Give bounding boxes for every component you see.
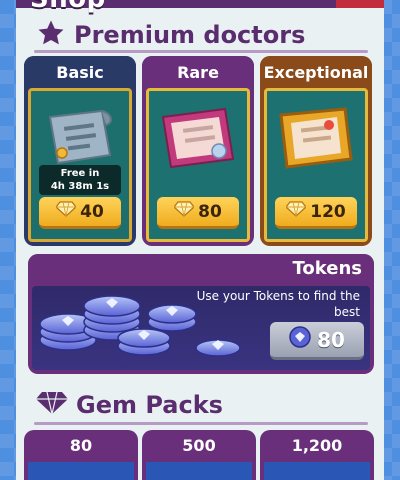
basic-card-label: Basic	[24, 56, 136, 88]
gem-pack-label: 80	[69, 435, 93, 455]
free-label: Free in	[60, 168, 100, 179]
free-timer: Free in 4h 38m 1s	[39, 165, 121, 195]
gem-pack-label: 500	[182, 435, 216, 455]
gem-pack-body	[264, 462, 370, 480]
gem-packs-title: Gem Packs	[76, 391, 223, 419]
basic-price-value: 40	[80, 201, 104, 222]
gem-pack-body	[146, 462, 252, 480]
gem-pack-icon	[36, 390, 68, 420]
rare-doctor-card[interactable]: Rare 80	[142, 56, 254, 246]
exceptional-card-label: Exceptional	[260, 56, 372, 88]
tokens-description: Use your Tokens to find the best	[196, 289, 360, 319]
gem-pack-card[interactable]: 1,200	[260, 430, 374, 480]
gem-packs-divider	[34, 422, 368, 425]
free-countdown: 4h 38m 1s	[50, 181, 110, 192]
gem-pack-label: 1,200	[291, 435, 343, 455]
shop-title: Shop	[30, 0, 106, 14]
scroll-certificate-icon	[40, 105, 120, 173]
star-icon	[36, 18, 66, 52]
basic-doctor-card[interactable]: Basic Free in 4h 38m 1s 40	[24, 56, 136, 246]
exceptional-price-button[interactable]: 120	[275, 197, 357, 229]
gem-icon	[173, 201, 196, 222]
gem-packs-header: Gem Packs	[36, 390, 223, 420]
framed-certificate-icon	[155, 103, 241, 177]
rare-card-body: 80	[146, 88, 250, 242]
gem-pack-card[interactable]: 500	[142, 430, 256, 480]
gem-icon	[285, 201, 308, 222]
token-icon	[289, 326, 311, 353]
exceptional-price-value: 120	[310, 201, 346, 222]
premium-divider	[34, 50, 368, 53]
exceptional-doctor-card[interactable]: Exceptional 120	[260, 56, 372, 246]
basic-price-button[interactable]: 40	[39, 197, 121, 229]
rare-card-label: Rare	[142, 56, 254, 88]
premium-doctors-header: Premium doctors	[36, 18, 305, 52]
close-button[interactable]	[336, 0, 384, 8]
tokens-price-value: 80	[317, 327, 345, 352]
gem-pack-body	[28, 462, 134, 480]
rare-price-button[interactable]: 80	[157, 197, 239, 229]
basic-card-body: Free in 4h 38m 1s 40	[28, 88, 132, 242]
gold-framed-certificate-icon	[273, 103, 359, 177]
tokens-price-button[interactable]: 80	[270, 322, 364, 360]
tokens-title: Tokens	[292, 258, 362, 279]
tokens-banner[interactable]: Tokens Use your Tokens to find the best …	[28, 254, 374, 374]
gem-pack-card[interactable]: 80	[24, 430, 138, 480]
exceptional-card-body: 120	[264, 88, 368, 242]
gem-icon	[55, 201, 78, 222]
premium-doctors-title: Premium doctors	[74, 21, 306, 49]
rare-price-value: 80	[198, 201, 222, 222]
